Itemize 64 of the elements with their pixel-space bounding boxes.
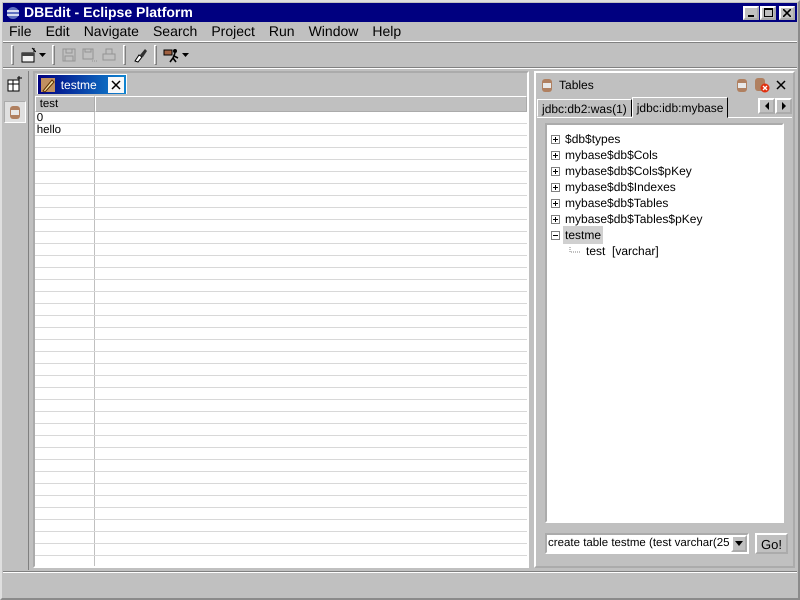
tree-line bbox=[569, 246, 582, 256]
menu-item[interactable]: Search bbox=[146, 21, 204, 42]
expander-icon[interactable] bbox=[551, 150, 560, 160]
table-cell: hello bbox=[34, 124, 95, 135]
expander-icon[interactable] bbox=[551, 182, 560, 192]
tree-item[interactable]: mybase$db$Indexes bbox=[563, 178, 678, 196]
minimize-button[interactable] bbox=[743, 6, 759, 20]
window-title: DBEdit - Eclipse Platform bbox=[24, 3, 194, 22]
close-icon bbox=[783, 8, 791, 16]
connection-tab[interactable]: jdbc:db2:was(1) bbox=[537, 99, 632, 117]
expander-icon[interactable] bbox=[551, 166, 560, 176]
minimize-icon bbox=[748, 14, 754, 16]
menu-item[interactable]: Edit bbox=[40, 21, 76, 42]
tree-item[interactable]: mybase$db$Tables bbox=[563, 194, 670, 212]
editor-tab[interactable]: testme bbox=[36, 74, 127, 94]
perspective-icon bbox=[7, 76, 24, 92]
view-title: Tables bbox=[559, 77, 595, 94]
scroll-tab-button[interactable] bbox=[775, 98, 792, 114]
database-icon[interactable] bbox=[736, 77, 748, 93]
caret-icon bbox=[735, 541, 744, 546]
database-icon bbox=[541, 77, 554, 93]
tree-item[interactable]: test [varchar] bbox=[584, 242, 661, 260]
menu-item[interactable]: File bbox=[3, 21, 38, 42]
maximize-button[interactable] bbox=[760, 6, 776, 20]
column-header[interactable]: test bbox=[34, 96, 95, 112]
go-button[interactable]: Go! bbox=[755, 533, 788, 554]
tab-label: testme bbox=[60, 76, 98, 94]
database-icon bbox=[9, 104, 22, 120]
database-shortcut-button[interactable] bbox=[4, 101, 26, 123]
expander-icon[interactable] bbox=[551, 134, 560, 144]
tree-item[interactable]: $db$types bbox=[563, 130, 622, 148]
expander-icon[interactable] bbox=[551, 198, 560, 208]
close-button[interactable] bbox=[779, 6, 795, 20]
menu-item[interactable]: Run bbox=[262, 21, 301, 42]
printer-icon bbox=[101, 46, 117, 62]
maximize-icon bbox=[764, 8, 772, 17]
caret-icon bbox=[39, 52, 46, 56]
scroll-tab-button[interactable] bbox=[758, 98, 775, 114]
brush-icon bbox=[132, 46, 148, 62]
triangle-icon bbox=[780, 102, 786, 110]
save-icon bbox=[61, 46, 77, 62]
app-icon bbox=[5, 6, 21, 20]
close-icon[interactable] bbox=[108, 76, 124, 92]
expander-icon[interactable] bbox=[551, 214, 560, 224]
close-icon[interactable] bbox=[776, 80, 786, 90]
expander-icon[interactable] bbox=[551, 230, 560, 240]
tree-item[interactable]: testme bbox=[563, 226, 604, 244]
save-all-icon bbox=[81, 46, 97, 62]
disconnect-database-icon[interactable] bbox=[754, 77, 770, 93]
query-combo[interactable]: create table testme (test varchar(25 bbox=[545, 533, 750, 554]
tree-item[interactable]: mybase$db$Tables$pKey bbox=[563, 210, 704, 228]
pencil-icon bbox=[40, 76, 56, 92]
table-cell: 0 bbox=[34, 112, 95, 123]
menu-item[interactable]: Navigate bbox=[78, 21, 145, 42]
menu-item[interactable]: Window bbox=[302, 21, 364, 42]
connection-tab[interactable]: jdbc:idb:mybase bbox=[632, 97, 728, 118]
caret-icon bbox=[182, 52, 189, 56]
menu-item[interactable]: Project bbox=[205, 21, 261, 42]
running-figure-icon bbox=[163, 46, 179, 62]
tree-item[interactable]: mybase$db$Cols$pKey bbox=[563, 162, 694, 180]
tree-item[interactable]: mybase$db$Cols bbox=[563, 146, 660, 164]
triangle-icon bbox=[764, 102, 770, 110]
menu-item[interactable]: Help bbox=[366, 21, 408, 42]
new-wizard-icon bbox=[20, 46, 36, 62]
